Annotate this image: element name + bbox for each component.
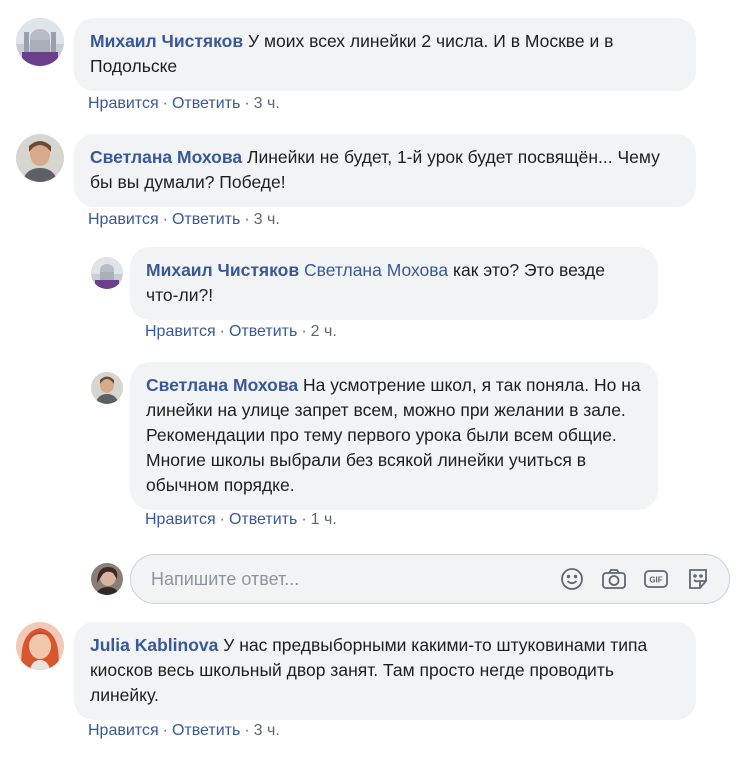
separator: · <box>162 722 168 739</box>
reply-link[interactable]: Ответить <box>172 722 240 739</box>
gif-icon[interactable]: GIF <box>643 566 669 592</box>
comment-actions: Нравится · Ответить · 3 ч. <box>88 722 280 740</box>
comment-actions: Нравится · Ответить · 3 ч. <box>88 95 280 113</box>
avatar[interactable] <box>91 257 123 289</box>
avatar[interactable] <box>16 134 64 182</box>
reply-link[interactable]: Ответить <box>172 95 240 112</box>
like-link[interactable]: Нравится <box>88 95 159 112</box>
reply-actions: Нравится · Ответить · 2 ч. <box>145 323 337 341</box>
separator: · <box>301 323 307 340</box>
timestamp[interactable]: 3 ч. <box>254 211 280 228</box>
comment-author[interactable]: Julia Kablinova <box>90 635 218 655</box>
reply-author[interactable]: Михаил Чистяков <box>146 260 299 280</box>
separator: · <box>301 511 307 528</box>
comment-author[interactable]: Михаил Чистяков <box>90 31 243 51</box>
reply-comment: Светлана Мохова На усмотрение школ, я та… <box>91 362 658 510</box>
composer-icons: GIF <box>559 566 711 592</box>
mention-tag[interactable]: Светлана Мохова <box>304 260 448 280</box>
separator: · <box>162 211 168 228</box>
reply-input[interactable] <box>149 567 543 591</box>
timestamp[interactable]: 1 ч. <box>311 511 337 528</box>
avatar[interactable] <box>16 18 64 66</box>
comment-bubble: Светлана Мохова Линейки не будет, 1-й ур… <box>74 134 696 207</box>
separator: · <box>219 511 225 528</box>
like-link[interactable]: Нравится <box>88 211 159 228</box>
comment-bubble: Михаил Чистяков У моих всех линейки 2 чи… <box>74 18 696 91</box>
separator: · <box>219 323 225 340</box>
comment-bubble: Julia Kablinova У нас предвыборными каки… <box>74 622 696 720</box>
reply-link[interactable]: Ответить <box>229 511 297 528</box>
emoji-icon[interactable] <box>559 566 585 592</box>
separator: · <box>162 95 168 112</box>
reply-comment: Михаил Чистяков Светлана Мохова как это?… <box>91 247 658 320</box>
comment: Светлана Мохова Линейки не будет, 1-й ур… <box>16 134 696 207</box>
timestamp[interactable]: 3 ч. <box>254 95 280 112</box>
separator: · <box>244 722 250 739</box>
timestamp[interactable]: 3 ч. <box>254 722 280 739</box>
comment-actions: Нравится · Ответить · 3 ч. <box>88 211 280 229</box>
separator: · <box>244 211 250 228</box>
reply-author[interactable]: Светлана Мохова <box>146 375 298 395</box>
comment-author[interactable]: Светлана Мохова <box>90 147 242 167</box>
reply-link[interactable]: Ответить <box>172 211 240 228</box>
like-link[interactable]: Нравится <box>88 722 159 739</box>
sticker-icon[interactable] <box>685 566 711 592</box>
reply-bubble: Михаил Чистяков Светлана Мохова как это?… <box>130 247 658 320</box>
comment: Julia Kablinova У нас предвыборными каки… <box>16 622 696 720</box>
reply-bubble: Светлана Мохова На усмотрение школ, я та… <box>130 362 658 510</box>
timestamp[interactable]: 2 ч. <box>311 323 337 340</box>
svg-text:GIF: GIF <box>649 576 662 585</box>
comment: Михаил Чистяков У моих всех линейки 2 чи… <box>16 18 696 91</box>
avatar[interactable] <box>16 622 64 670</box>
reply-actions: Нравится · Ответить · 1 ч. <box>145 511 337 529</box>
avatar[interactable] <box>91 372 123 404</box>
current-user-avatar <box>91 563 123 595</box>
like-link[interactable]: Нравится <box>145 323 216 340</box>
reply-link[interactable]: Ответить <box>229 323 297 340</box>
reply-composer[interactable]: GIF <box>130 554 730 604</box>
like-link[interactable]: Нравится <box>145 511 216 528</box>
camera-icon[interactable] <box>601 566 627 592</box>
separator: · <box>244 95 250 112</box>
